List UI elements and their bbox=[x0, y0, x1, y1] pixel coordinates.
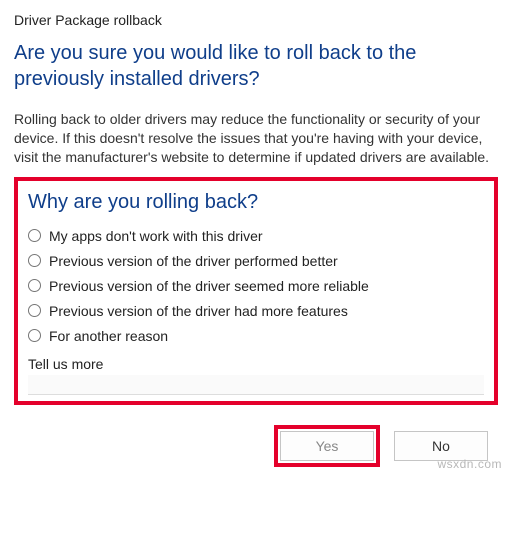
dialog-heading: Are you sure you would like to roll back… bbox=[14, 40, 498, 92]
yes-button-highlight: Yes bbox=[274, 425, 380, 467]
reason-section: Why are you rolling back? My apps don't … bbox=[14, 177, 498, 405]
reason-radio-3[interactable] bbox=[28, 304, 41, 317]
reason-radio-4[interactable] bbox=[28, 329, 41, 342]
reason-label-0: My apps don't work with this driver bbox=[49, 228, 263, 244]
reason-label-3: Previous version of the driver had more … bbox=[49, 303, 348, 319]
reason-radio-group: My apps don't work with this driver Prev… bbox=[28, 228, 484, 344]
reason-option-3[interactable]: Previous version of the driver had more … bbox=[28, 303, 484, 319]
tell-more-input[interactable] bbox=[28, 375, 484, 395]
dialog-body-text: Rolling back to older drivers may reduce… bbox=[14, 110, 498, 167]
tell-more-label: Tell us more bbox=[28, 356, 484, 372]
watermark-text: wsxdn.com bbox=[437, 457, 502, 471]
reason-radio-1[interactable] bbox=[28, 254, 41, 267]
reason-radio-2[interactable] bbox=[28, 279, 41, 292]
reason-label-2: Previous version of the driver seemed mo… bbox=[49, 278, 369, 294]
dialog-button-row: Yes No bbox=[14, 425, 498, 467]
driver-rollback-dialog: Driver Package rollback Are you sure you… bbox=[0, 0, 512, 481]
reason-radio-0[interactable] bbox=[28, 229, 41, 242]
yes-button[interactable]: Yes bbox=[280, 431, 374, 461]
reason-label-4: For another reason bbox=[49, 328, 168, 344]
window-title: Driver Package rollback bbox=[14, 6, 498, 40]
reason-option-2[interactable]: Previous version of the driver seemed mo… bbox=[28, 278, 484, 294]
reason-heading: Why are you rolling back? bbox=[28, 191, 484, 214]
reason-option-4[interactable]: For another reason bbox=[28, 328, 484, 344]
reason-option-0[interactable]: My apps don't work with this driver bbox=[28, 228, 484, 244]
reason-option-1[interactable]: Previous version of the driver performed… bbox=[28, 253, 484, 269]
reason-label-1: Previous version of the driver performed… bbox=[49, 253, 338, 269]
